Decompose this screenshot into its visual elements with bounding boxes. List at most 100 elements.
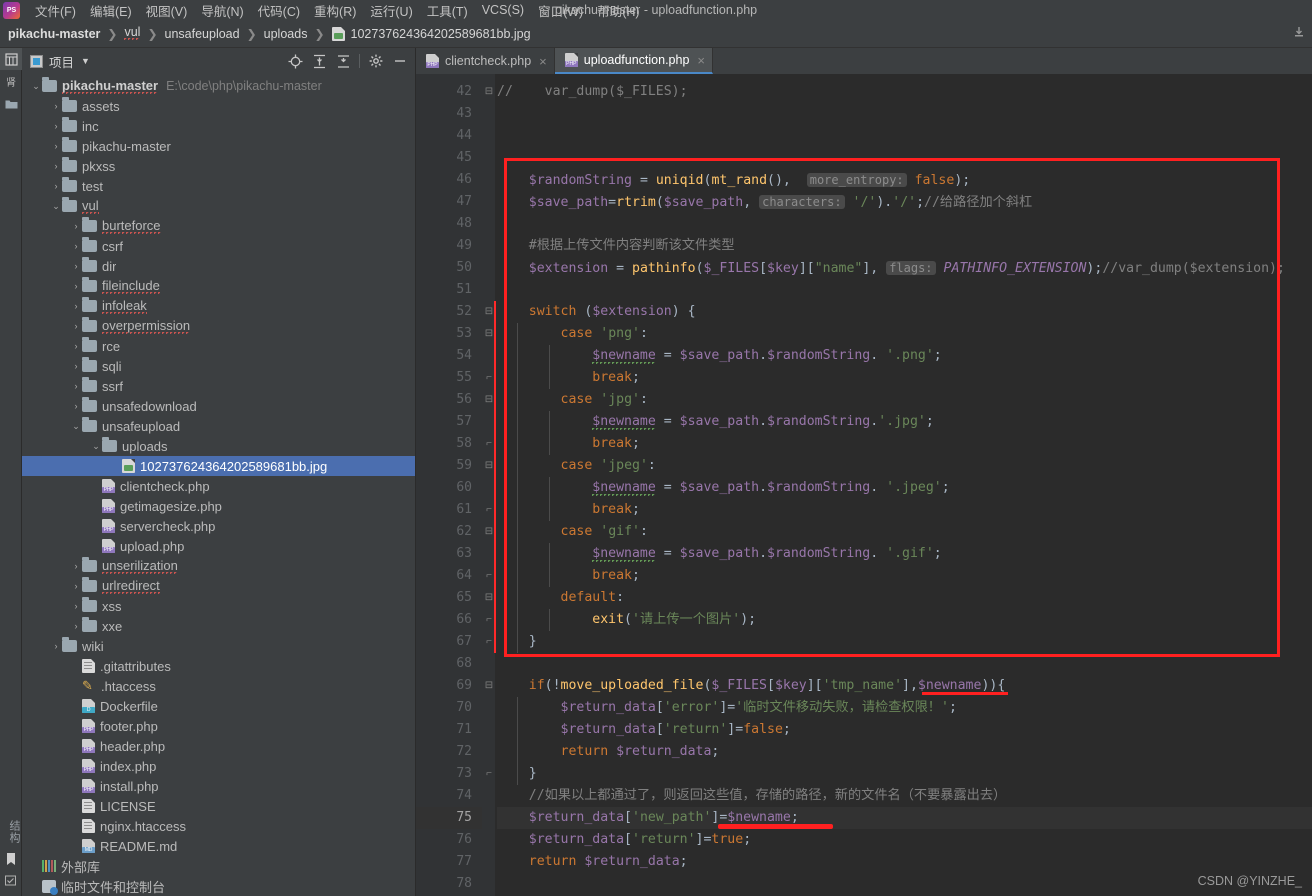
code-line[interactable]: return $return_data; bbox=[497, 741, 720, 763]
code-line[interactable]: //如果以上都通过了，则返回这些值，存储的路径，新的文件名（不要暴露出去） bbox=[497, 785, 1006, 807]
code-line[interactable]: $newname = $save_path.$randomString.'.jp… bbox=[497, 411, 934, 433]
code-line[interactable]: $newname = $save_path.$randomString. '.p… bbox=[497, 345, 942, 367]
line-number-gutter[interactable]: 42 43 44 45 46 47 48 49 50 51 52 53 54 55 56 57 58 59 60 61… bbox=[416, 74, 482, 896]
tree-row[interactable]: ⌄ pikachu-master E:\code\php\pikachu-maste… bbox=[22, 76, 415, 96]
chevron-right-icon[interactable]: › bbox=[70, 261, 82, 271]
tree-row[interactable]: ·PHPheader.php bbox=[22, 736, 415, 756]
locate-icon[interactable] bbox=[284, 50, 306, 72]
chevron-right-icon[interactable]: › bbox=[70, 301, 82, 311]
tree-row[interactable]: › assets bbox=[22, 96, 415, 116]
chevron-down-icon[interactable]: ⌄ bbox=[50, 201, 62, 212]
menu-tools[interactable]: 工具(T) bbox=[420, 0, 475, 22]
fold-toggle-icon[interactable]: ⌐ bbox=[484, 609, 494, 631]
code-line[interactable]: break; bbox=[497, 367, 640, 389]
tree-row[interactable]: ·PHPupload.php bbox=[22, 536, 415, 556]
source-code[interactable]: // var_dump($_FILES); $randomString = un… bbox=[497, 74, 1312, 896]
tree-row[interactable]: › xss bbox=[22, 596, 415, 616]
code-line[interactable]: case 'png': bbox=[497, 323, 648, 345]
collapse-all-icon[interactable] bbox=[332, 50, 354, 72]
chevron-right-icon[interactable]: › bbox=[50, 161, 62, 171]
tree-row[interactable]: ⌄ uploads bbox=[22, 436, 415, 456]
chevron-down-icon[interactable]: ⌄ bbox=[30, 81, 42, 92]
breadcrumb-item-project[interactable]: pikachu-master ❯ bbox=[8, 27, 124, 41]
breadcrumb-item-uploads[interactable]: uploads ❯ bbox=[264, 27, 332, 41]
settings-gear-icon[interactable] bbox=[365, 50, 387, 72]
code-line[interactable]: exit('请上传一个图片'); bbox=[497, 609, 756, 631]
chevron-right-icon[interactable]: › bbox=[70, 401, 82, 411]
code-line[interactable]: $return_data['return']=false; bbox=[497, 719, 791, 741]
tree-row[interactable]: ·PHPservercheck.php bbox=[22, 516, 415, 536]
tree-row[interactable]: ·.htaccess bbox=[22, 676, 415, 696]
fold-toggle-icon[interactable]: ⌐ bbox=[484, 499, 494, 521]
chevron-right-icon[interactable]: › bbox=[70, 601, 82, 611]
chevron-right-icon[interactable]: › bbox=[50, 181, 62, 191]
tree-row[interactable]: › test bbox=[22, 176, 415, 196]
code-line[interactable]: switch ($extension) { bbox=[497, 301, 696, 323]
menu-vcs[interactable]: VCS(S) bbox=[475, 1, 531, 19]
tree-row[interactable]: › dir bbox=[22, 256, 415, 276]
chevron-right-icon[interactable]: › bbox=[50, 121, 62, 131]
tree-row[interactable]: ·nginx.htaccess bbox=[22, 816, 415, 836]
menu-help[interactable]: 帮助(H) bbox=[590, 0, 646, 22]
fold-toggle-icon[interactable]: ⌐ bbox=[484, 565, 494, 587]
chevron-right-icon[interactable]: › bbox=[70, 341, 82, 351]
chevron-right-icon[interactable]: › bbox=[70, 221, 82, 231]
menu-view[interactable]: 视图(V) bbox=[139, 0, 195, 22]
tree-row[interactable]: › pkxss bbox=[22, 156, 415, 176]
menu-run[interactable]: 运行(U) bbox=[363, 0, 419, 22]
tree-row[interactable]: › inc bbox=[22, 116, 415, 136]
menu-file[interactable]: 文件(F) bbox=[28, 0, 83, 22]
code-line[interactable]: $return_data['error']='临时文件移动失败，请检查权限！'; bbox=[497, 697, 957, 719]
tree-row[interactable]: ·PHPfooter.php bbox=[22, 716, 415, 736]
breadcrumb-item-unsafeupload[interactable]: unsafeupload ❯ bbox=[165, 27, 264, 41]
code-line[interactable]: $newname = $save_path.$randomString. '.j… bbox=[497, 477, 950, 499]
chevron-right-icon[interactable]: › bbox=[50, 101, 62, 111]
fold-toggle-icon[interactable]: ⊟ bbox=[484, 81, 494, 103]
expand-all-icon[interactable] bbox=[308, 50, 330, 72]
tree-row[interactable]: ⌄ unsafeupload bbox=[22, 416, 415, 436]
menu-code[interactable]: 代码(C) bbox=[251, 0, 307, 22]
fold-toggle-icon[interactable]: ⌐ bbox=[484, 631, 494, 653]
toolwindow-structure-button[interactable]: 肾 bbox=[0, 70, 22, 92]
fold-toggle-icon[interactable]: ⊟ bbox=[484, 301, 494, 323]
tree-row[interactable]: › ssrf bbox=[22, 376, 415, 396]
chevron-right-icon[interactable]: › bbox=[50, 641, 62, 651]
tree-row[interactable]: › unsafedownload bbox=[22, 396, 415, 416]
hide-panel-icon[interactable] bbox=[389, 50, 411, 72]
fold-toggle-icon[interactable]: ⊟ bbox=[484, 323, 494, 345]
bookmark-icon[interactable] bbox=[0, 848, 22, 870]
tree-row-selected[interactable]: ·102737624364202589681bb.jpg bbox=[22, 456, 415, 476]
chevron-right-icon[interactable]: › bbox=[70, 561, 82, 571]
code-line[interactable]: $extension = pathinfo($_FILES[$key]["nam… bbox=[497, 257, 1285, 279]
chevron-right-icon[interactable]: › bbox=[70, 581, 82, 591]
tree-row[interactable]: › sqli bbox=[22, 356, 415, 376]
code-line[interactable]: case 'jpeg': bbox=[497, 455, 656, 477]
chevron-right-icon[interactable]: › bbox=[70, 361, 82, 371]
tree-row[interactable]: › rce bbox=[22, 336, 415, 356]
tree-row[interactable]: ·PHPclientcheck.php bbox=[22, 476, 415, 496]
fold-toggle-icon[interactable]: ⊟ bbox=[484, 675, 494, 697]
toolwindow-files-button[interactable] bbox=[0, 92, 22, 114]
fold-toggle-icon[interactable]: ⌐ bbox=[484, 433, 494, 455]
breadcrumb-overflow-icon[interactable] bbox=[1292, 25, 1306, 42]
menu-navigate[interactable]: 导航(N) bbox=[194, 0, 250, 22]
chevron-right-icon[interactable]: › bbox=[70, 281, 82, 291]
code-line[interactable]: $randomString = uniqid(mt_rand(), more_e… bbox=[497, 169, 970, 191]
tree-row[interactable]: › overpermission bbox=[22, 316, 415, 336]
menu-edit[interactable]: 编辑(E) bbox=[83, 0, 139, 22]
chevron-down-icon[interactable]: ⌄ bbox=[70, 421, 82, 432]
toolwindow-project-button[interactable] bbox=[0, 48, 22, 70]
close-icon[interactable]: × bbox=[539, 54, 547, 69]
tree-row[interactable]: › infoleak bbox=[22, 296, 415, 316]
menu-refactor[interactable]: 重构(R) bbox=[307, 0, 363, 22]
fold-gutter[interactable]: ⊟ ⊟ ⊟ ⌐ ⊟ ⌐ ⊟ ⌐ ⊟ ⌐ ⊟ ⌐ ⌐ ⊟ ⌐ bbox=[482, 74, 496, 896]
tree-row[interactable]: › fileinclude bbox=[22, 276, 415, 296]
tree-row[interactable]: › csrf bbox=[22, 236, 415, 256]
code-viewport[interactable]: 42 43 44 45 46 47 48 49 50 51 52 53 54 55 56 57 58 59 60 61… bbox=[416, 74, 1312, 896]
fold-toggle-icon[interactable]: ⊟ bbox=[484, 389, 494, 411]
tree-row[interactable]: ·DDockerfile bbox=[22, 696, 415, 716]
code-line[interactable]: break; bbox=[497, 499, 640, 521]
tree-row[interactable]: › wiki bbox=[22, 636, 415, 656]
chevron-right-icon[interactable]: › bbox=[70, 381, 82, 391]
breadcrumb-item-file[interactable]: 102737624364202589681bb.jpg bbox=[331, 26, 531, 41]
